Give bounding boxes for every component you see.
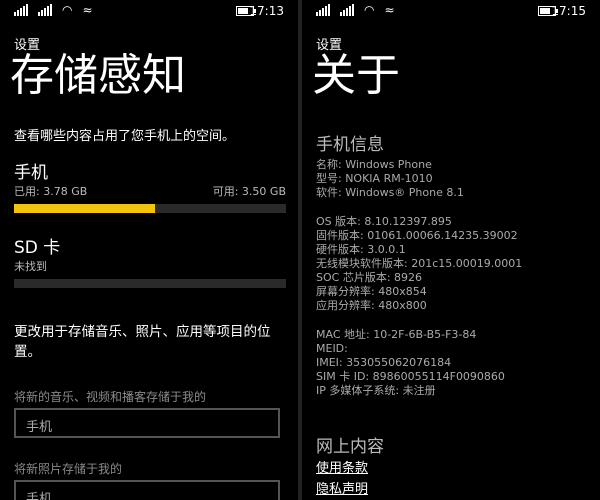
sd-usage-bar xyxy=(14,279,286,288)
phone-usage-fill xyxy=(14,204,156,213)
storage-sense-screen: ◠ ≈ 17:13 设置 存储感知 查看哪些内容占用了您手机上的空间。 手机 已… xyxy=(0,0,298,500)
clock: 17:15 xyxy=(551,4,586,18)
status-icons: ◠ ≈ xyxy=(14,4,93,16)
page-title: 关于 xyxy=(312,50,400,101)
music-location-label: 将新的音乐、视频和播客存储于我的 xyxy=(14,390,207,404)
info-soc: SOC 芯片版本: 8926 xyxy=(316,271,423,284)
info-hardware: 硬件版本: 3.0.0.1 xyxy=(316,243,406,256)
status-icons: ◠ ≈ xyxy=(316,4,395,16)
terms-of-use-link[interactable]: 使用条款 xyxy=(316,457,368,476)
privacy-statement-link[interactable]: 隐私声明 xyxy=(316,478,368,497)
clock: 17:13 xyxy=(249,4,284,18)
info-sim-id: SIM 卡 ID: 89860055114F0090860 xyxy=(316,370,505,383)
phone-info-header: 手机信息 xyxy=(316,135,384,155)
signal-2-icon xyxy=(340,4,354,16)
vibrate-icon: ≈ xyxy=(384,3,395,17)
status-bar: ◠ ≈ 17:13 xyxy=(0,0,298,22)
signal-icon xyxy=(14,4,28,16)
phone-free-text: 可用: 3.50 GB xyxy=(212,185,286,198)
phone-usage-bar xyxy=(14,204,286,213)
photo-location-label: 将新照片存储于我的 xyxy=(14,462,123,476)
page-title: 存储感知 xyxy=(10,50,186,101)
music-location-select[interactable]: 手机 xyxy=(14,408,280,438)
wifi-icon: ◠ xyxy=(62,3,73,17)
signal-icon xyxy=(316,4,330,16)
online-content-header: 网上内容 xyxy=(316,437,384,457)
photo-location-value: 手机 xyxy=(26,492,53,500)
vibrate-icon: ≈ xyxy=(82,3,93,17)
info-software: 软件: Windows® Phone 8.1 xyxy=(316,186,464,199)
sd-storage-name: SD 卡 xyxy=(14,238,61,258)
about-screen: ◠ ≈ 17:15 设置 关于 手机信息 名称: Windows Phone 型… xyxy=(302,0,600,500)
info-os-version: OS 版本: 8.10.12397.895 xyxy=(316,215,452,228)
wifi-icon: ◠ xyxy=(364,3,375,17)
phone-storage-name: 手机 xyxy=(14,163,48,183)
status-bar: ◠ ≈ 17:15 xyxy=(302,0,600,22)
info-firmware: 固件版本: 01061.00066.14235.39002 xyxy=(316,229,518,242)
info-radio: 无线模块软件版本: 201c15.00019.0001 xyxy=(316,257,523,270)
phone-used-text: 已用: 3.78 GB xyxy=(14,185,88,198)
location-description: 更改用于存储音乐、照片、应用等项目的位置。 xyxy=(14,324,271,360)
info-meid: MEID: xyxy=(316,342,348,355)
info-mac: MAC 地址: 10-2F-6B-B5-F3-84 xyxy=(316,328,477,341)
signal-2-icon xyxy=(38,4,52,16)
info-name: 名称: Windows Phone xyxy=(316,158,432,171)
info-model: 型号: NOKIA RM-1010 xyxy=(316,172,433,185)
info-app-resolution: 应用分辨率: 480x800 xyxy=(316,299,427,312)
music-location-value: 手机 xyxy=(26,420,53,435)
photo-location-select[interactable]: 手机 xyxy=(14,480,280,500)
info-imei: IMEI: 353055062076184 xyxy=(316,356,452,369)
info-screen-resolution: 屏幕分辨率: 480x854 xyxy=(316,285,427,298)
intro-text: 查看哪些内容占用了您手机上的空间。 xyxy=(14,129,236,144)
info-ims: IP 多媒体子系统: 未注册 xyxy=(316,384,436,397)
sd-status-text: 未找到 xyxy=(14,260,47,273)
